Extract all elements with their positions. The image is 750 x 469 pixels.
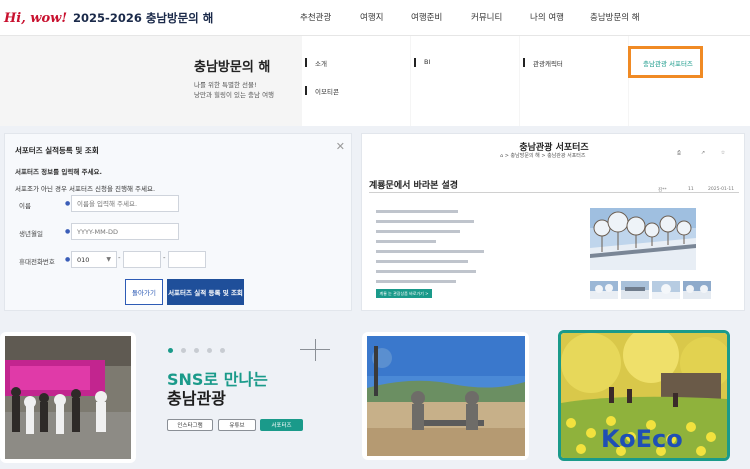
- mega-menu-title: 충남방문의 해: [194, 60, 271, 75]
- share-icon[interactable]: ↗: [698, 150, 708, 158]
- statues-image: [367, 336, 525, 456]
- breadcrumb: ⌂ > 충남방문의 해 > 충남관광 서포터즈: [500, 153, 586, 159]
- article-text-line: [376, 280, 456, 283]
- phone-prefix-select[interactable]: 010 ▼: [71, 251, 117, 268]
- print-icon[interactable]: ⎙: [674, 150, 684, 158]
- nav-item-visit-year[interactable]: 충남방문의 해: [590, 11, 640, 23]
- gallery-thumbnail[interactable]: [621, 281, 649, 299]
- menu-item-supporters-label: 충남관광 서포터즈: [643, 60, 693, 68]
- gallery-thumbnail[interactable]: [683, 281, 711, 299]
- article-text-line: [376, 250, 484, 253]
- article-preview: 충남관광 서포터즈 ⌂ > 충남방문의 해 > 충남관광 서포터즈 ⎙ ↗ ☆ …: [361, 133, 745, 311]
- nav-item-recommended[interactable]: 추천관광: [300, 11, 331, 23]
- article-text-line: [376, 260, 468, 263]
- more-link-button[interactable]: 계룡 눈 관광상품 바로가기 >: [376, 289, 432, 298]
- form-intro-note: 서포조가 아닌 경우 서포터즈 신청을 진행해 주세요.: [15, 185, 156, 193]
- menu-bar-marker: [305, 58, 307, 67]
- carousel-dots: [168, 348, 233, 353]
- birth-label: 생년월일: [19, 230, 43, 238]
- sns-card-statues[interactable]: [362, 332, 529, 460]
- site-logo[interactable]: Hi, wow! 2025-2026 충남방문의 해: [4, 8, 213, 28]
- menu-item-supporters[interactable]: 충남관광 서포터즈: [628, 46, 703, 78]
- logo-mark: Hi, wow!: [4, 10, 68, 26]
- nav-item-travel-prep[interactable]: 여행준비: [411, 11, 442, 23]
- menu-item-bi[interactable]: BI: [424, 58, 430, 66]
- mega-menu-subtitle: 나를 위한 특별한 선물!: [194, 81, 257, 89]
- site-header: Hi, wow! 2025-2026 충남방문의 해 추천관광 여행지 여행준비…: [0, 0, 750, 36]
- koeco-watermark: KoEco: [601, 425, 683, 453]
- supporter-form-panel: ✕ 서포터즈 실적등록 및 조회 서포터즈 정보를 입력해 주세요. 서포조가 …: [4, 133, 352, 311]
- carousel-dot[interactable]: [207, 348, 212, 353]
- menu-bar-marker: [305, 86, 307, 95]
- festival-image: [5, 336, 131, 459]
- nav-item-my-trip[interactable]: 나의 여행: [530, 11, 564, 23]
- menu-bar-marker: [414, 58, 416, 67]
- required-bullet-icon: ●: [65, 228, 71, 235]
- required-bullet-icon: ●: [65, 256, 71, 263]
- mega-menu-subtitle: 낭만과 힐링이 있는 충남 여행: [194, 91, 275, 99]
- chip-supporters[interactable]: 서포터즈: [260, 419, 303, 431]
- article-text-line: [376, 270, 476, 273]
- chip-instagram[interactable]: 인스타그램: [167, 419, 213, 431]
- carousel-dot[interactable]: [181, 348, 186, 353]
- submit-button[interactable]: 서포터즈 실적 등록 및 조회: [167, 279, 244, 305]
- bookmark-icon[interactable]: ☆: [718, 150, 728, 158]
- name-input[interactable]: [71, 195, 179, 212]
- mega-menu-column: [520, 36, 628, 126]
- menu-item-intro[interactable]: 소개: [315, 58, 327, 68]
- mega-menu-column: [302, 36, 410, 126]
- chevron-down-icon: ▼: [106, 256, 111, 263]
- menu-item-character[interactable]: 관광캐릭터: [533, 58, 563, 68]
- carousel-dot[interactable]: [168, 348, 173, 353]
- nav-item-community[interactable]: 커뮤니티: [471, 11, 502, 23]
- carousel-dot[interactable]: [194, 348, 199, 353]
- koeco-watermark-text: KoEco: [601, 425, 683, 453]
- mega-menu-column: [411, 36, 519, 126]
- birth-input[interactable]: [71, 223, 179, 240]
- back-button[interactable]: 돌아가기: [125, 279, 163, 305]
- phone-prefix-value: 010: [77, 255, 90, 264]
- phone-last-input[interactable]: [168, 251, 206, 268]
- carousel-dot[interactable]: [220, 348, 225, 353]
- article-text-line: [376, 220, 474, 223]
- name-label: 이름: [19, 202, 31, 210]
- nav-item-destinations[interactable]: 여행지: [360, 11, 383, 23]
- logo-text: 2025-2026 충남방문의 해: [73, 11, 214, 25]
- article-main-photo[interactable]: [590, 208, 696, 270]
- snow-scene-image: [590, 208, 696, 270]
- form-title: 서포터즈 실적등록 및 조회: [15, 146, 99, 155]
- article-headline: 계룡문에서 바라본 설경: [369, 181, 459, 191]
- page: Hi, wow! 2025-2026 충남방문의 해 추천관광 여행지 여행준비…: [0, 0, 750, 469]
- plus-icon[interactable]: [300, 339, 330, 361]
- form-intro: 서포터즈 정보를 입력해 주세요.: [15, 168, 102, 176]
- article-text-line: [376, 240, 436, 243]
- close-icon[interactable]: ✕: [336, 140, 345, 153]
- divider: [369, 192, 739, 193]
- menu-item-emoticon[interactable]: 이모티콘: [315, 86, 339, 96]
- sns-card-festival[interactable]: [0, 332, 136, 463]
- chip-youtube[interactable]: 유튜브: [218, 419, 256, 431]
- phone-dash: -: [118, 254, 121, 262]
- sns-heading-line2: 충남관광: [167, 389, 226, 408]
- gallery-thumbnail[interactable]: [590, 281, 618, 299]
- article-text-line: [376, 210, 458, 213]
- phone-label: 휴대전화번호: [19, 258, 55, 266]
- required-bullet-icon: ●: [65, 200, 71, 207]
- gallery-thumbnail[interactable]: [652, 281, 680, 299]
- menu-bar-marker: [523, 58, 525, 67]
- article-text-line: [376, 230, 460, 233]
- phone-dash: -: [163, 254, 166, 262]
- phone-middle-input[interactable]: [123, 251, 161, 268]
